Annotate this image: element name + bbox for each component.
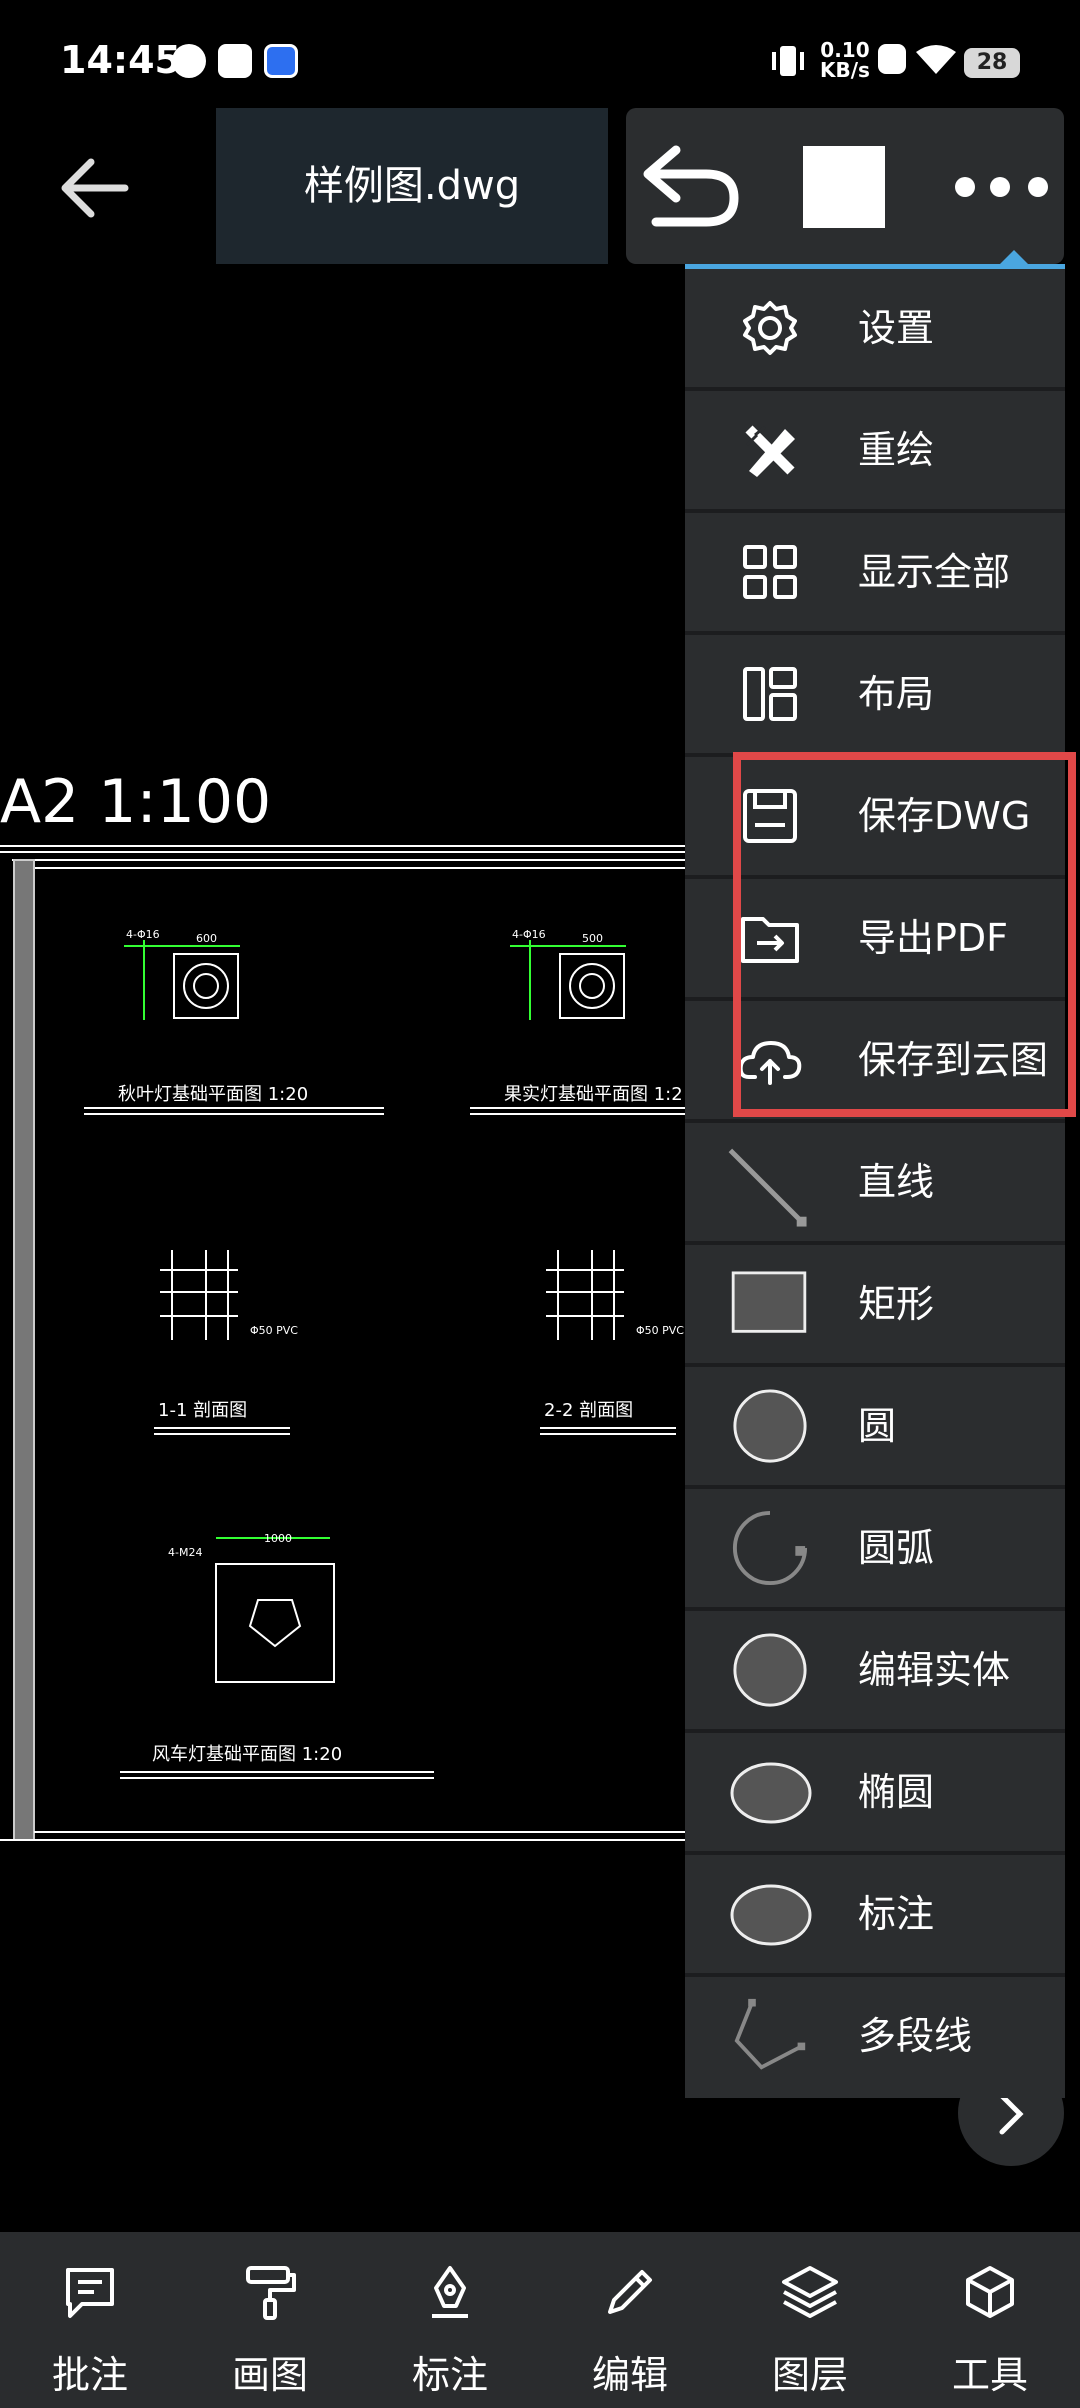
menu-item-label: 多段线 bbox=[858, 2014, 973, 2058]
menu-item-layout[interactable]: 布局 bbox=[685, 635, 1065, 757]
sheet-label: A2 1:100 bbox=[0, 767, 271, 837]
drawing-title-3: 1-1 剖面图 bbox=[158, 1400, 247, 1421]
bottom-tab-label: 图层 bbox=[771, 2353, 848, 2397]
menu-item-label: 圆弧 bbox=[858, 1526, 935, 1570]
polyline-icon bbox=[734, 1998, 806, 2070]
note-label: 4-Φ16 bbox=[512, 928, 546, 941]
menu-item-label: 布局 bbox=[858, 672, 935, 716]
app-badge-icon bbox=[264, 44, 298, 78]
menu-item-label: 重绘 bbox=[858, 428, 935, 472]
stop-button[interactable] bbox=[803, 146, 885, 228]
pen-nib-icon bbox=[432, 2266, 468, 2318]
pencil-icon bbox=[608, 2270, 652, 2314]
menu-item-ellipse[interactable]: 椭圆 bbox=[685, 1733, 1065, 1855]
undo-icon[interactable] bbox=[636, 140, 746, 230]
status-time: 14:45 bbox=[60, 38, 181, 82]
bottom-tab-label: 标注 bbox=[411, 2353, 488, 2397]
battery-indicator: 28 bbox=[964, 48, 1020, 78]
menu-item-label: 设置 bbox=[858, 306, 935, 350]
drawing-title-1: 秋叶灯基础平面图 1:20 bbox=[118, 1084, 308, 1105]
menu-item-label: 编辑实体 bbox=[858, 1648, 1011, 1692]
pencil-ruler-icon bbox=[745, 425, 795, 477]
bottom-tab-label: 编辑 bbox=[591, 2353, 668, 2397]
menu-item-rectangle[interactable]: 矩形 bbox=[685, 1245, 1065, 1367]
menu-item-circle[interactable]: 圆 bbox=[685, 1367, 1065, 1489]
pvc-label: Φ50 PVC bbox=[636, 1324, 684, 1337]
drawing-title-4: 2-2 剖面图 bbox=[544, 1400, 633, 1421]
entity-circle-icon bbox=[733, 1633, 807, 1707]
bottom-tab-label: 工具 bbox=[951, 2353, 1028, 2397]
dim-label: 1000 bbox=[264, 1532, 292, 1545]
drawing-title-5: 风车灯基础平面图 1:20 bbox=[152, 1744, 342, 1765]
menu-item-polyline[interactable]: 多段线 bbox=[685, 1977, 1065, 2095]
layers-icon bbox=[782, 2266, 838, 2318]
bottom-tab-annotate[interactable]: 批注 bbox=[0, 2232, 180, 2408]
menu-item-label: 椭圆 bbox=[858, 1770, 935, 1814]
menu-item-settings[interactable]: 设置 bbox=[685, 269, 1065, 391]
bottom-tab-edit[interactable]: 编辑 bbox=[540, 2232, 720, 2408]
bottom-tab-label: 画图 bbox=[231, 2353, 308, 2397]
line-icon bbox=[728, 1148, 807, 1227]
dimension-ellipse-icon bbox=[730, 1884, 812, 1946]
menu-item-line[interactable]: 直线 bbox=[685, 1123, 1065, 1245]
sim-x-icon bbox=[878, 44, 906, 74]
menu-item-label: 标注 bbox=[858, 1892, 935, 1936]
menu-item-label: 显示全部 bbox=[858, 550, 1011, 594]
ellipse-icon bbox=[730, 1762, 812, 1824]
bottom-tab-tools[interactable]: 工具 bbox=[900, 2232, 1080, 2408]
status-bar: 14:45 0.10 KB/s 28 bbox=[0, 0, 1080, 100]
bottom-tab-dimension[interactable]: 标注 bbox=[360, 2232, 540, 2408]
menu-caret bbox=[998, 250, 1030, 266]
dim-label: 600 bbox=[196, 932, 217, 945]
more-options-icon[interactable] bbox=[950, 172, 1056, 202]
mail-notification-icon bbox=[218, 44, 252, 78]
menu-item-label: 直线 bbox=[858, 1160, 935, 1204]
net-speed-unit: KB/s bbox=[820, 58, 870, 82]
highlight-box bbox=[733, 752, 1076, 1117]
note-label: 4-Φ16 bbox=[126, 928, 160, 941]
vibrate-icon bbox=[772, 46, 804, 76]
bottom-tab-layers[interactable]: 图层 bbox=[720, 2232, 900, 2408]
bottom-tab-draw[interactable]: 画图 bbox=[180, 2232, 360, 2408]
menu-item-show-all[interactable]: 显示全部 bbox=[685, 513, 1065, 635]
file-title: 样例图.dwg bbox=[303, 163, 521, 209]
menu-item-arc[interactable]: 圆弧 bbox=[685, 1489, 1065, 1611]
cube-icon bbox=[966, 2266, 1014, 2318]
comment-icon bbox=[66, 2268, 114, 2318]
menu-item-label: 矩形 bbox=[858, 1282, 935, 1326]
drawing-title-2: 果实灯基础平面图 1:2 bbox=[504, 1084, 683, 1105]
pvc-label: Φ50 PVC bbox=[250, 1324, 298, 1337]
gear-icon bbox=[743, 301, 797, 355]
menu-item-edit-entity[interactable]: 编辑实体 bbox=[685, 1611, 1065, 1733]
menu-item-label: 圆 bbox=[858, 1404, 897, 1448]
wifi-icon bbox=[916, 45, 956, 74]
circle-icon bbox=[733, 1389, 807, 1463]
bottom-tab-label: 批注 bbox=[51, 2353, 128, 2397]
net-speed: 0.10 KB/s bbox=[820, 40, 870, 80]
layout-icon bbox=[743, 667, 797, 721]
cad-drawing-canvas[interactable]: A2 1:100 秋叶灯基础平面图 1:20 果实灯基础平面图 1:2 1-1 … bbox=[0, 760, 690, 1850]
arc-icon bbox=[732, 1510, 808, 1586]
note-label: 4-M24 bbox=[168, 1546, 202, 1559]
net-speed-value: 0.10 bbox=[820, 38, 870, 62]
menu-item-redraw[interactable]: 重绘 bbox=[685, 391, 1065, 513]
back-arrow-icon[interactable] bbox=[55, 148, 135, 228]
paint-roller-icon bbox=[246, 2266, 296, 2320]
grid-icon bbox=[743, 545, 797, 599]
menu-item-dimension[interactable]: 标注 bbox=[685, 1855, 1065, 1977]
rectangle-icon bbox=[731, 1271, 807, 1333]
app-notification-icon bbox=[172, 44, 206, 78]
dim-label: 500 bbox=[582, 932, 603, 945]
